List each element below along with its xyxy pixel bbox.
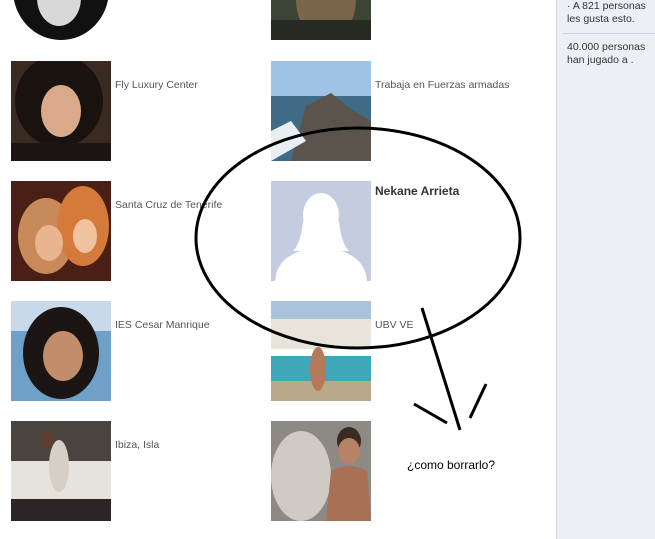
right-sidebar: · A 821 personas les gusta esto. 40.000 … bbox=[556, 0, 655, 539]
likes-count-text[interactable]: · A 821 personas les gusta esto. bbox=[567, 0, 655, 26]
friend-suggestions-list: Fly Luxury Center Trabaja en Fuerzas arm… bbox=[0, 0, 556, 539]
players-count-text[interactable]: 40.000 personas han jugado a . bbox=[567, 41, 655, 67]
arrow-head-right bbox=[468, 383, 488, 419]
divider bbox=[563, 33, 655, 34]
highlight-circle bbox=[194, 126, 522, 350]
annotation-text: ¿como borrarlo? bbox=[407, 458, 496, 472]
arrow-head-left bbox=[413, 402, 448, 425]
